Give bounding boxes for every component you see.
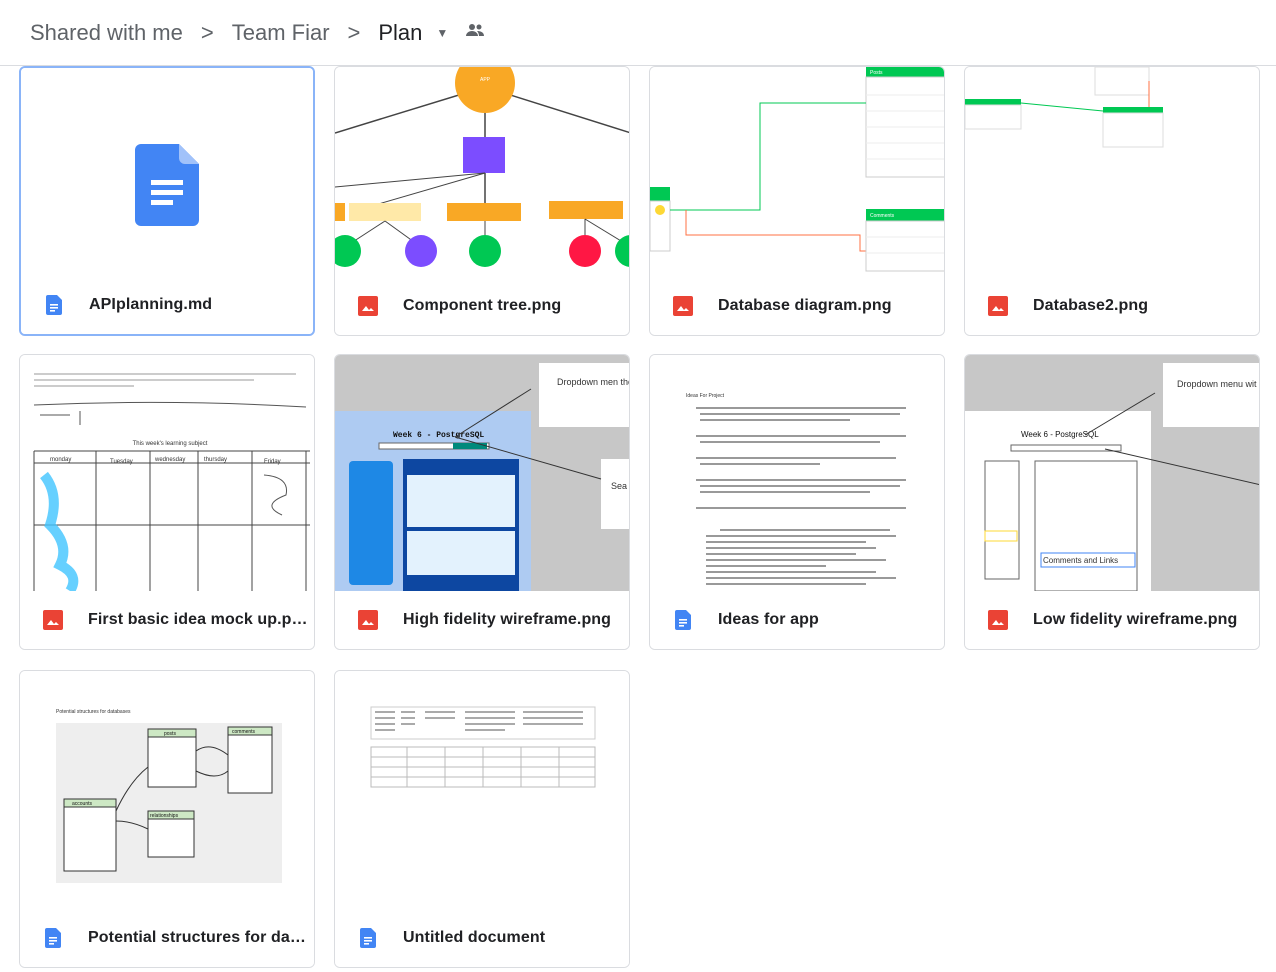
caret-down-icon[interactable]: ▼ — [436, 26, 448, 40]
breadcrumb-shared-with-me[interactable]: Shared with me — [30, 20, 183, 46]
file-thumbnail — [335, 671, 629, 911]
file-thumbnail — [965, 67, 1259, 295]
file-name: Low fidelity wireframe.png — [1033, 611, 1238, 628]
file-name: Database diagram.png — [718, 297, 892, 314]
file-card-component-tree[interactable]: APP Component tree.png — [334, 66, 630, 336]
image-icon — [987, 295, 1009, 317]
file-name-row: High fidelity wireframe.png — [335, 591, 629, 649]
structures-title: Potential structures for databases — [56, 709, 131, 715]
week-title-low: Week 6 - PostgreSQL — [1021, 430, 1099, 439]
mock-day-label: thursday — [204, 457, 227, 463]
doc-icon — [357, 927, 379, 949]
file-thumbnail: Ideas For Project — [650, 355, 944, 591]
file-card-apiplanning[interactable]: APIplanning.md — [19, 66, 315, 336]
file-name-row: Component tree.png — [335, 277, 629, 335]
image-icon — [357, 609, 379, 631]
file-thumbnail — [21, 68, 313, 296]
app-node-label: APP — [480, 77, 491, 83]
file-name-row: Database2.png — [965, 277, 1259, 335]
image-icon — [357, 295, 379, 317]
breadcrumb: Shared with me > Team Fiar > Plan ▼ — [0, 0, 1276, 66]
dropdown-note: Dropdown menu wit weeks do far (and n su… — [1177, 379, 1259, 389]
file-thumbnail: Week 6 - PostgreSQL Comments and Links D… — [965, 355, 1259, 591]
week-title: Week 6 - PostgreSQL — [393, 431, 484, 440]
posts-table-label: Posts — [870, 70, 883, 76]
search-note: Sea — [611, 481, 627, 491]
file-card-database2[interactable]: Database2.png — [964, 66, 1260, 336]
ideas-title: Ideas For Project — [686, 393, 725, 399]
file-name: Untitled document — [403, 929, 546, 946]
file-name: High fidelity wireframe.png — [403, 611, 612, 628]
file-thumbnail: Potential structures for databases posts… — [20, 671, 314, 911]
file-name-row: Potential structures for dat... — [20, 909, 314, 967]
shared-people-icon[interactable] — [464, 22, 486, 43]
file-card-database-diagram[interactable]: Posts Comments Database diagram.png — [649, 66, 945, 336]
file-thumbnail: APP — [335, 67, 629, 295]
mock-day-label: monday — [50, 457, 71, 463]
file-card-low-fidelity[interactable]: Week 6 - PostgreSQL Comments and Links D… — [964, 354, 1260, 650]
image-icon — [987, 609, 1009, 631]
breadcrumb-separator: > — [347, 19, 361, 45]
file-card-potential-structures[interactable]: Potential structures for databases posts… — [19, 670, 315, 968]
breadcrumb-plan[interactable]: Plan — [378, 20, 422, 46]
file-name: APIplanning.md — [89, 296, 213, 313]
mock-title: This week's learning subject — [133, 441, 208, 447]
file-card-first-mockup[interactable]: This week's learning subject monday Tues… — [19, 354, 315, 650]
large-doc-icon — [135, 144, 199, 226]
mock-day-label: Tuesday — [110, 459, 133, 465]
image-icon — [672, 295, 694, 317]
file-name-row: APIplanning.md — [21, 276, 313, 334]
file-thumbnail: Posts Comments — [650, 67, 944, 295]
accounts-label: accounts — [72, 801, 93, 807]
mock-day-label: Friday — [264, 459, 281, 465]
comments-label: comments — [232, 729, 256, 735]
doc-icon — [672, 609, 694, 631]
file-name-row: First basic idea mock up.png — [20, 591, 314, 649]
file-name: Ideas for app — [718, 611, 819, 628]
comments-table-label: Comments — [870, 213, 895, 219]
comments-links: Comments and Links — [1043, 556, 1118, 565]
posts-label: posts — [164, 731, 176, 737]
file-name: Component tree.png — [403, 297, 562, 314]
image-icon — [42, 609, 64, 631]
file-name-row: Untitled document — [335, 909, 629, 967]
doc-icon — [42, 927, 64, 949]
file-name-row: Database diagram.png — [650, 277, 944, 335]
file-thumbnail: This week's learning subject monday Tues… — [20, 355, 314, 591]
file-name: First basic idea mock up.png — [88, 611, 308, 628]
doc-icon — [43, 294, 65, 316]
relationships-label: relationships — [150, 813, 179, 819]
file-name-row: Ideas for app — [650, 591, 944, 649]
file-card-high-fidelity[interactable]: Week 6 - PostgreSQL Dropdown men the wee… — [334, 354, 630, 650]
file-card-untitled-document[interactable]: Untitled document — [334, 670, 630, 968]
breadcrumb-separator: > — [200, 19, 214, 45]
file-name-row: Low fidelity wireframe.png — [965, 591, 1259, 649]
breadcrumb-team-fiar[interactable]: Team Fiar — [232, 20, 330, 46]
dropdown-note: Dropdown men the weeks do fo name of sub… — [557, 377, 629, 387]
mock-day-label: wednesday — [154, 457, 185, 463]
file-grid: APIplanning.md APP Component tree.png Po… — [0, 66, 1276, 972]
file-card-ideas-for-app[interactable]: Ideas For Project Ideas for app — [649, 354, 945, 650]
file-name: Potential structures for dat... — [88, 929, 308, 946]
file-name: Database2.png — [1033, 297, 1149, 314]
file-thumbnail: Week 6 - PostgreSQL Dropdown men the wee… — [335, 355, 629, 591]
